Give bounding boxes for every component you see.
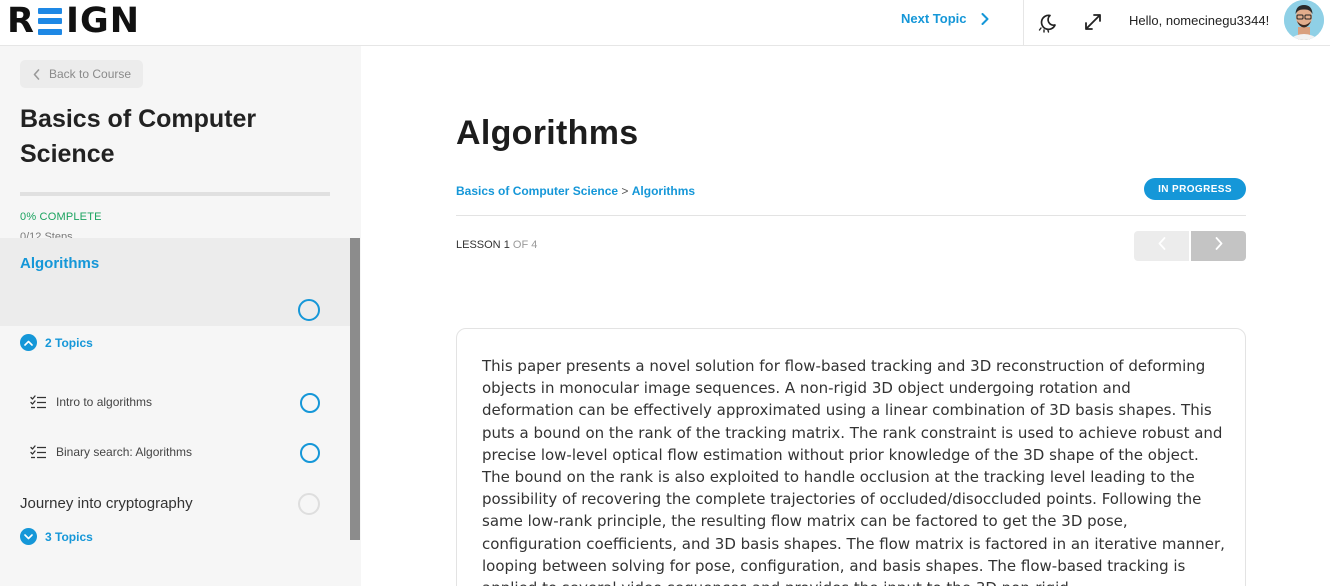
- chevron-left-icon: [33, 68, 40, 80]
- topics-toggle-cryptography[interactable]: 3 Topics: [20, 528, 93, 545]
- chevron-right-icon: [1215, 237, 1223, 255]
- lesson-counter-total: OF 4: [512, 239, 538, 251]
- expand-icon[interactable]: [1081, 10, 1105, 34]
- topic-title: Intro to algorithms: [56, 395, 153, 409]
- topic-item[interactable]: Intro to algorithms: [30, 395, 152, 409]
- topics-count: 3 Topics: [45, 529, 93, 544]
- back-to-course-button[interactable]: Back to Course: [20, 60, 143, 88]
- checklist-icon: [30, 445, 47, 459]
- breadcrumb-separator: >: [621, 184, 629, 198]
- course-title: Basics of Computer Science: [20, 105, 257, 168]
- checklist-icon: [30, 395, 47, 409]
- brand-logo[interactable]: R IGN: [7, 1, 140, 41]
- topics-count: 2 Topics: [45, 335, 93, 350]
- chevron-down-icon: [20, 528, 37, 545]
- lesson-title-algorithms[interactable]: Algorithms: [20, 255, 99, 272]
- topic-status-circle-icon[interactable]: [300, 443, 320, 463]
- logo-e-mark-icon: [37, 7, 62, 35]
- next-topic-label: Next Topic: [901, 11, 967, 26]
- sidebar-scrollbar-thumb[interactable]: [350, 238, 360, 540]
- topic-item[interactable]: Binary search: Algorithms: [30, 445, 192, 459]
- chevron-right-icon: [981, 12, 989, 25]
- chevron-up-icon: [20, 334, 37, 351]
- lesson-counter: LESSON 1 OF 4: [456, 239, 537, 251]
- next-topic-link[interactable]: Next Topic: [901, 11, 989, 26]
- header-divider: [1023, 0, 1024, 46]
- logo-text-left: R: [7, 1, 35, 41]
- logo-text-right: IGN: [65, 1, 140, 41]
- main-divider: [456, 215, 1246, 216]
- lesson-body-text: This paper presents a novel solution for…: [482, 357, 1225, 586]
- status-badge: IN PROGRESS: [1144, 178, 1246, 200]
- breadcrumb: Basics of Computer Science > Algorithms: [456, 184, 695, 198]
- previous-lesson-button[interactable]: [1134, 231, 1189, 261]
- page-title: Algorithms: [456, 114, 639, 152]
- lesson-status-circle-icon[interactable]: [298, 493, 320, 515]
- back-to-course-label: Back to Course: [49, 67, 132, 81]
- lesson-status-circle-icon[interactable]: [298, 299, 320, 321]
- topic-status-circle-icon[interactable]: [300, 393, 320, 413]
- avatar[interactable]: [1284, 0, 1324, 40]
- breadcrumb-lesson-link[interactable]: Algorithms: [632, 184, 695, 198]
- lesson-title-cryptography[interactable]: Journey into cryptography: [20, 495, 193, 512]
- top-header: R IGN Next Topic Hello, nomecinegu3344!: [0, 0, 1330, 46]
- topic-title: Binary search: Algorithms: [56, 445, 193, 459]
- breadcrumb-course-link[interactable]: Basics of Computer Science: [456, 184, 618, 198]
- lesson-content-card: This paper presents a novel solution for…: [456, 328, 1246, 586]
- next-lesson-button[interactable]: [1191, 231, 1246, 261]
- lesson-counter-prefix: LESSON: [456, 239, 501, 251]
- chevron-left-icon: [1158, 237, 1166, 255]
- course-progress-bar: [20, 192, 330, 196]
- topics-toggle-algorithms[interactable]: 2 Topics: [20, 334, 93, 351]
- progress-percent: 0% COMPLETE: [20, 211, 102, 223]
- lesson-counter-current: 1: [503, 239, 510, 251]
- user-greeting: Hello, nomecinegu3344!: [1129, 13, 1270, 28]
- moon-icon[interactable]: [1036, 10, 1060, 34]
